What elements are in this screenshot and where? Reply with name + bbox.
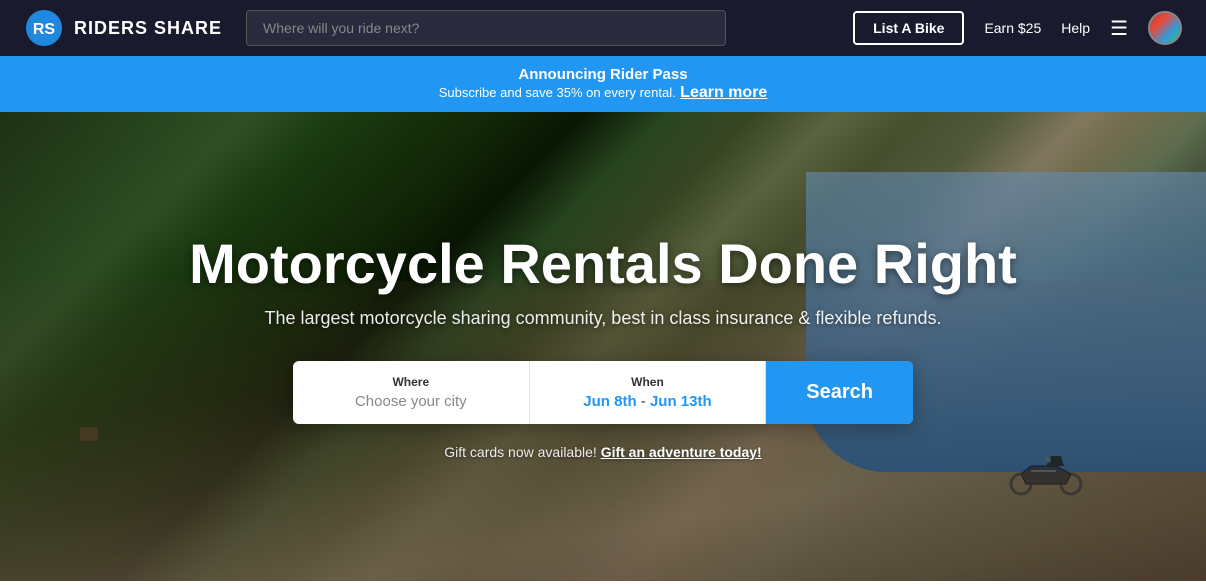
list-bike-button[interactable]: List A Bike (853, 11, 964, 45)
hero-content: Motorcycle Rentals Done Right The larges… (0, 233, 1206, 425)
where-value: Choose your city (317, 393, 505, 410)
date-end: Jun 13th (650, 393, 712, 410)
announcement-title: Announcing Rider Pass (518, 66, 687, 83)
when-label: When (554, 375, 742, 389)
nav-actions: List A Bike Earn $25 Help ☰ (853, 11, 1182, 45)
hero-subtitle: The largest motorcycle sharing community… (40, 308, 1166, 329)
logo-icon: RS (24, 8, 64, 48)
nav-search-container (246, 10, 726, 46)
hero-title: Motorcycle Rentals Done Right (40, 233, 1166, 295)
gift-text-container: Gift cards now available! Gift an advent… (444, 444, 761, 460)
brand-link[interactable]: RS RIDERS SHARE (24, 8, 222, 48)
when-value: Jun 8th - Jun 13th (554, 393, 742, 410)
learn-more-link[interactable]: Learn more (680, 84, 767, 101)
when-field[interactable]: When Jun 8th - Jun 13th (530, 361, 767, 424)
search-box: Where Choose your city When Jun 8th - Ju… (293, 361, 913, 424)
gift-text: Gift cards now available! (444, 444, 597, 460)
svg-text:RS: RS (33, 21, 56, 38)
gift-link[interactable]: Gift an adventure today! (601, 444, 762, 460)
date-start: Jun 8th (583, 393, 636, 410)
announcement-subtitle: Subscribe and save 35% on every rental. (439, 85, 676, 100)
hero-section: Motorcycle Rentals Done Right The larges… (0, 112, 1206, 581)
announcement-bar: Announcing Rider Pass Subscribe and save… (0, 56, 1206, 112)
where-field[interactable]: Where Choose your city (293, 361, 530, 424)
nav-search-input[interactable] (246, 10, 726, 46)
help-link[interactable]: Help (1061, 20, 1090, 36)
brand-name: RIDERS SHARE (74, 18, 222, 39)
earn-link[interactable]: Earn $25 (984, 20, 1041, 36)
motorcycle-left-icon (80, 427, 98, 441)
date-separator: - (637, 393, 650, 410)
avatar-image (1150, 13, 1180, 43)
navbar: RS RIDERS SHARE List A Bike Earn $25 Hel… (0, 0, 1206, 56)
where-label: Where (317, 375, 505, 389)
hamburger-icon[interactable]: ☰ (1110, 16, 1128, 41)
motorcycle-right-icon (1006, 446, 1086, 501)
search-button[interactable]: Search (766, 361, 913, 424)
avatar[interactable] (1148, 11, 1182, 45)
